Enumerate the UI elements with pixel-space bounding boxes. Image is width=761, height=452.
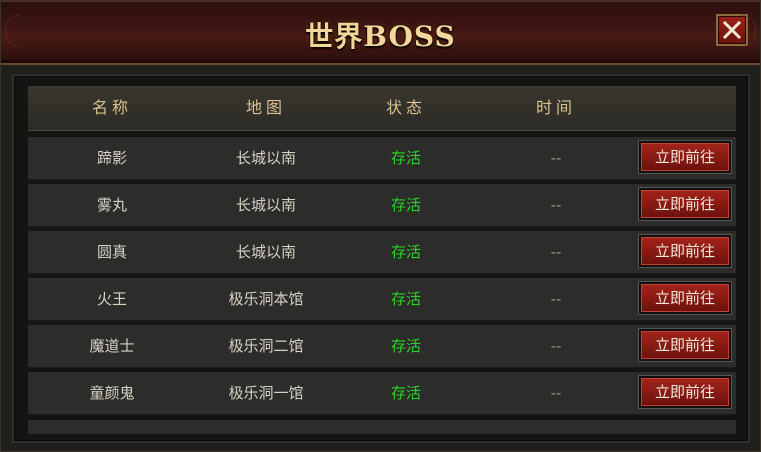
header-map: 地图 <box>245 98 286 117</box>
boss-map: 极乐洞二馆 <box>228 337 304 355</box>
boss-status: 存活 <box>390 384 421 402</box>
boss-name: 火王 <box>96 290 127 308</box>
boss-time: -- <box>550 149 562 167</box>
header-name: 名称 <box>91 98 132 117</box>
boss-name: 童颜鬼 <box>89 384 135 402</box>
boss-map: 长城以南 <box>235 243 296 261</box>
table-row: 雾丸 长城以南 存活 -- 立即前往 <box>28 184 736 227</box>
list-footer <box>28 420 736 434</box>
boss-name: 魔道士 <box>89 337 135 355</box>
go-now-button[interactable]: 立即前往 <box>638 281 732 315</box>
table-row: 圆真 长城以南 存活 -- 立即前往 <box>28 231 736 274</box>
boss-map: 极乐洞本馆 <box>228 290 304 308</box>
close-button[interactable] <box>716 14 748 46</box>
go-now-button[interactable]: 立即前往 <box>638 140 732 174</box>
header-time: 时间 <box>535 98 576 117</box>
go-now-button[interactable]: 立即前往 <box>638 234 732 268</box>
table-row: 蹄影 长城以南 存活 -- 立即前往 <box>28 137 736 180</box>
boss-list-panel: 名称 地图 状态 时间 蹄影 长城以南 存活 -- 立即前往 雾丸 长城以南 存… <box>12 74 750 443</box>
boss-time: -- <box>550 196 562 214</box>
go-now-button[interactable]: 立即前往 <box>638 328 732 362</box>
boss-time: -- <box>550 290 562 308</box>
window-title: 世界BOSS <box>305 20 456 53</box>
boss-status: 存活 <box>390 337 421 355</box>
boss-status: 存活 <box>390 149 421 167</box>
table-header: 名称 地图 状态 时间 <box>28 86 736 131</box>
boss-status: 存活 <box>390 243 421 261</box>
table-row: 童颜鬼 极乐洞一馆 存活 -- 立即前往 <box>28 372 736 415</box>
boss-time: -- <box>550 243 562 261</box>
boss-name: 蹄影 <box>96 149 127 167</box>
table-row: 魔道士 极乐洞二馆 存活 -- 立即前往 <box>28 325 736 368</box>
go-now-button[interactable]: 立即前往 <box>638 187 732 221</box>
boss-map: 长城以南 <box>235 149 296 167</box>
boss-status: 存活 <box>390 196 421 214</box>
boss-map: 极乐洞一馆 <box>228 384 304 402</box>
close-icon <box>723 21 741 39</box>
boss-name: 雾丸 <box>96 196 127 214</box>
boss-time: -- <box>550 337 562 355</box>
title-bar: 世界BOSS <box>1 1 760 65</box>
boss-status: 存活 <box>390 290 421 308</box>
world-boss-window: 世界BOSS 名称 地图 状态 时间 蹄影 长城以南 存活 -- 立即前往 雾丸… <box>0 0 761 452</box>
header-status: 状态 <box>385 98 426 117</box>
boss-time: -- <box>550 384 562 402</box>
boss-map: 长城以南 <box>235 196 296 214</box>
boss-name: 圆真 <box>96 243 127 261</box>
table-row: 火王 极乐洞本馆 存活 -- 立即前往 <box>28 278 736 321</box>
go-now-button[interactable]: 立即前往 <box>638 375 732 409</box>
